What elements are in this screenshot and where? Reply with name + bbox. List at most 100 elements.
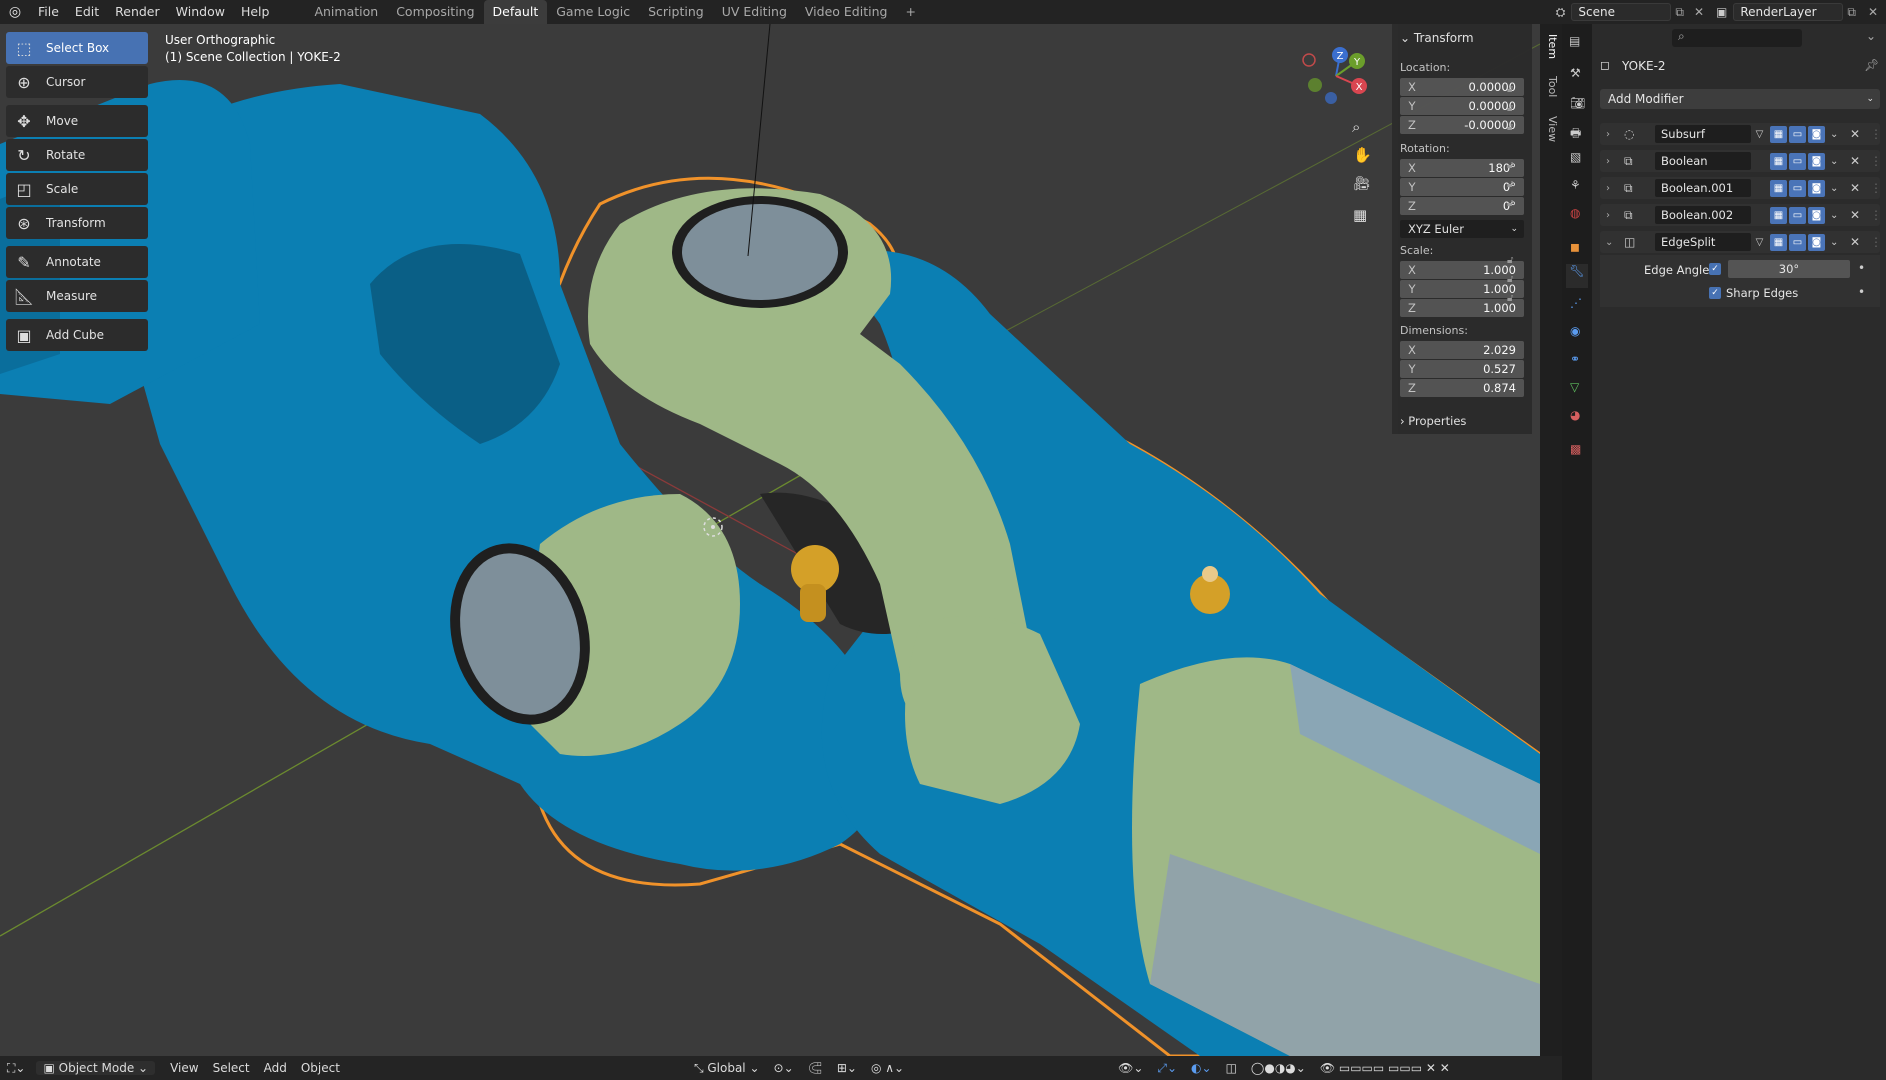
scene-close-icon[interactable]: ✕ <box>1688 5 1710 19</box>
on-cage-icon[interactable]: ▽ <box>1751 234 1768 251</box>
3d-viewport[interactable]: Z Y X ⌕ ✋ 🎥︎ ▦ ⬚ Select Box ⊕ Cursor ✥ Move… <box>0 24 1540 1056</box>
edit-mode-icon[interactable]: ▦ <box>1770 233 1787 251</box>
tool-add-cube[interactable]: ▣ Add Cube <box>6 319 148 351</box>
tool-transform[interactable]: ⊛ Transform <box>6 207 148 239</box>
menu-render[interactable]: Render <box>107 0 168 24</box>
drag-handle-icon[interactable]: ⋮ <box>1870 208 1882 222</box>
keyframe-dot-icon[interactable]: • <box>1858 261 1865 275</box>
physics-icon[interactable]: ◉ <box>1570 324 1580 338</box>
editor-type-icon[interactable]: ⛶⌄ <box>0 1061 32 1076</box>
menu-chevron-icon[interactable]: ⌄ <box>1830 156 1838 167</box>
constraints-icon[interactable]: ⚭ <box>1570 352 1580 366</box>
edit-mode-icon[interactable]: ▦ <box>1770 179 1787 197</box>
viewport-display-icon[interactable]: ▭ <box>1789 233 1806 251</box>
dimensions-x-field[interactable]: X 2.029 <box>1400 341 1524 359</box>
pin-icon[interactable]: 📌︎ <box>1864 58 1879 72</box>
collapse-icon[interactable]: ⌄ <box>1605 237 1613 248</box>
scale-x-field[interactable]: X 1.000 <box>1400 261 1524 279</box>
grid-icon[interactable]: ▦ <box>1353 206 1367 224</box>
tab-compositing[interactable]: Compositing <box>387 0 483 24</box>
render-icon[interactable]: ◙ <box>1808 233 1825 251</box>
particles-icon[interactable]: ⋰ <box>1570 296 1582 310</box>
texture-properties-icon[interactable]: ▩ <box>1570 442 1581 456</box>
remove-icon[interactable]: ✕ <box>1850 154 1860 168</box>
render-icon[interactable]: ◙ <box>1808 125 1825 143</box>
expand-icon[interactable]: › <box>1606 183 1610 194</box>
proportional-edit-icon[interactable]: ◎ ∧⌄ <box>864 1061 911 1075</box>
tab-uv-editing[interactable]: UV Editing <box>713 0 796 24</box>
render-layer-selector[interactable]: RenderLayer <box>1733 3 1844 21</box>
edge-angle-field[interactable]: 30° <box>1728 260 1850 278</box>
gizmo-toggle-icon[interactable]: ⤢⌄ <box>1150 1061 1184 1076</box>
menu-view[interactable]: View <box>163 1061 205 1075</box>
viewport-display-icon[interactable]: ▭ <box>1789 152 1806 170</box>
pan-hand-icon[interactable]: ✋ <box>1353 146 1372 164</box>
edit-mode-icon[interactable]: ▦ <box>1770 152 1787 170</box>
render-icon[interactable]: ◙ <box>1808 179 1825 197</box>
modifier-properties-icon[interactable]: 🔧︎ <box>1566 264 1588 288</box>
scale-z-field[interactable]: Z 1.000 <box>1400 299 1524 317</box>
menu-edit[interactable]: Edit <box>67 0 107 24</box>
tab-default[interactable]: Default <box>483 0 548 24</box>
modifier-edgesplit[interactable]: ⌄ ◫ EdgeSplit ▽ ▦ ▭ ◙ ⌄ ✕ ⋮ <box>1600 231 1882 253</box>
transform-header[interactable]: ⌄ Transform <box>1392 24 1532 45</box>
output-properties-icon[interactable]: 🖶 <box>1570 124 1581 145</box>
remove-icon[interactable]: ✕ <box>1850 127 1860 141</box>
snap-target-icon[interactable]: ⊞⌄ <box>830 1061 864 1075</box>
menu-help[interactable]: Help <box>233 0 278 24</box>
tab-animation[interactable]: Animation <box>305 0 387 24</box>
sharp-edges-checkbox[interactable]: ✓ <box>1709 287 1721 299</box>
render-icon[interactable]: ◙ <box>1808 206 1825 224</box>
menu-file[interactable]: File <box>30 0 67 24</box>
camera-icon[interactable]: 🎥︎ <box>1353 176 1371 192</box>
menu-chevron-icon[interactable]: ⌄ <box>1830 210 1838 221</box>
menu-chevron-icon[interactable]: ⌄ <box>1830 183 1838 194</box>
render-properties-icon[interactable]: 📷︎ <box>1570 96 1585 110</box>
drag-handle-icon[interactable]: ⋮ <box>1870 154 1882 168</box>
menu-chevron-icon[interactable]: ⌄ <box>1830 129 1838 140</box>
add-workspace-button[interactable]: + <box>896 0 924 24</box>
tool-rotate[interactable]: ↻ Rotate <box>6 139 148 171</box>
scene-properties-icon[interactable]: ⚘ <box>1570 178 1581 192</box>
viewport-display-icon[interactable]: ▭ <box>1789 179 1806 197</box>
view-layer-icon[interactable]: ▧ <box>1570 150 1581 164</box>
drag-handle-icon[interactable]: ⋮ <box>1870 181 1882 195</box>
drag-handle-icon[interactable]: ⋮ <box>1870 127 1882 141</box>
overlay-toggle-icon[interactable]: ◐⌄ <box>1184 1061 1219 1075</box>
rotation-y-field[interactable]: Y 0° <box>1400 178 1524 196</box>
tool-measure[interactable]: 📐︎ Measure <box>6 280 148 312</box>
render-layer-new-icon[interactable]: ⧉ <box>1843 5 1860 20</box>
tool-cursor[interactable]: ⊕ Cursor <box>6 66 148 98</box>
menu-chevron-icon[interactable]: ⌄ <box>1830 237 1838 248</box>
blender-logo-icon[interactable]: ◎ <box>0 4 30 20</box>
scene-new-icon[interactable]: ⧉ <box>1671 5 1688 20</box>
menu-select[interactable]: Select <box>206 1061 257 1075</box>
keyframe-dot-icon[interactable]: • <box>1858 285 1865 299</box>
menu-add[interactable]: Add <box>257 1061 294 1075</box>
render-layer-close-icon[interactable]: ✕ <box>1860 5 1886 19</box>
modifier-boolean[interactable]: › ⧉ Boolean ▦ ▭ ◙ ⌄ ✕ ⋮ <box>1600 150 1882 172</box>
tab-video-editing[interactable]: Video Editing <box>796 0 897 24</box>
tab-scripting[interactable]: Scripting <box>639 0 713 24</box>
zoom-icon[interactable]: ⌕ <box>1352 118 1360 136</box>
on-cage-icon[interactable]: ▽ <box>1751 126 1768 143</box>
options-chevron-icon[interactable]: ⌄ <box>1866 29 1876 43</box>
pivot-icon[interactable]: ⊙⌄ <box>767 1061 801 1075</box>
expand-icon[interactable]: › <box>1606 156 1610 167</box>
dimensions-z-field[interactable]: Z 0.874 <box>1400 379 1524 397</box>
render-layer-icon[interactable]: ▣ <box>1710 5 1733 19</box>
tab-game-logic[interactable]: Game Logic <box>547 0 639 24</box>
viewport-display-icon[interactable]: ▭ <box>1789 206 1806 224</box>
edge-angle-checkbox[interactable]: ✓ <box>1709 263 1721 275</box>
location-y-field[interactable]: Y 0.00000 <box>1400 97 1524 115</box>
dimensions-y-field[interactable]: Y 0.527 <box>1400 360 1524 378</box>
rotation-mode-dropdown[interactable]: XYZ Euler ⌄ <box>1400 220 1524 238</box>
orientation-selector[interactable]: ⤡ Global ⌄ <box>687 1061 767 1076</box>
menu-window[interactable]: Window <box>168 0 233 24</box>
edit-mode-icon[interactable]: ▦ <box>1770 206 1787 224</box>
xray-icon[interactable]: ◫ <box>1219 1061 1244 1075</box>
drag-handle-icon[interactable]: ⋮ <box>1870 235 1882 249</box>
tool-annotate[interactable]: ✎ Annotate <box>6 246 148 278</box>
modifier-boolean-002[interactable]: › ⧉ Boolean.002 ▦ ▭ ◙ ⌄ ✕ ⋮ <box>1600 204 1882 226</box>
tab-view[interactable]: View <box>1543 116 1559 142</box>
